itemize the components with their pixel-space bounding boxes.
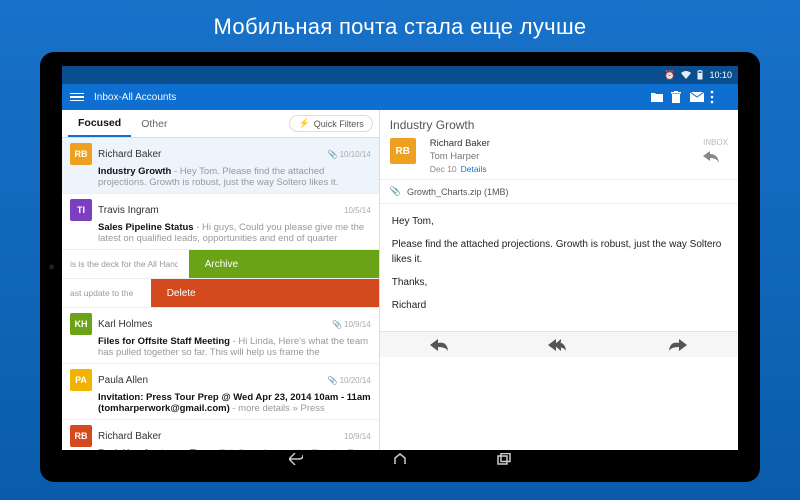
avatar: RB — [390, 138, 416, 164]
paperclip-icon: 📎 — [328, 376, 338, 385]
android-status-bar: ⏰ 10:10 — [62, 66, 738, 84]
avatar: TI — [70, 199, 92, 221]
tab-focused[interactable]: Focused — [68, 110, 131, 137]
paperclip-icon: 📎 — [390, 186, 401, 197]
app-bar: Inbox-All Accounts — [62, 84, 738, 110]
list-item-swiped[interactable]: ast update to the 10/10/14 Delete — [62, 279, 379, 308]
swipe-archive-action[interactable]: Archive — [189, 250, 379, 278]
list-item[interactable]: RB Richard Baker 📎10/10/14 Industry Grow… — [62, 138, 379, 194]
reply-all-button[interactable] — [499, 332, 618, 357]
reading-pane: Industry Growth RB Richard Baker Tom Har… — [380, 110, 738, 450]
sender-name: Paula Allen — [98, 375, 148, 386]
paperclip-icon: 📎 — [328, 150, 338, 159]
message-date: Dec 10 — [430, 164, 457, 174]
list-item[interactable]: PA Paula Allen 📎10/20/14 Invitation: Pre… — [62, 364, 379, 420]
tab-row: Focused Other ⚡ Quick Filters — [62, 110, 379, 138]
avatar: RB — [70, 143, 92, 165]
folder-icon[interactable] — [650, 91, 670, 103]
row-peek-text: is is the deck for the All Hands. — [70, 259, 178, 269]
back-button[interactable] — [289, 453, 303, 465]
content-area: Focused Other ⚡ Quick Filters RB Richard… — [62, 110, 738, 450]
quick-filters-button[interactable]: ⚡ Quick Filters — [289, 115, 372, 132]
mail-icon[interactable] — [690, 92, 710, 102]
paperclip-icon: 📎 — [332, 320, 342, 329]
promo-title: Мобильная почта стала еще лучше — [214, 14, 587, 40]
message-date: 10/5/14 — [344, 206, 371, 215]
list-item[interactable]: KH Karl Holmes 📎10/9/14 Files for Offsit… — [62, 308, 379, 364]
bolt-icon: ⚡ — [298, 118, 309, 129]
reading-header: Industry Growth RB Richard Baker Tom Har… — [380, 110, 738, 180]
message-date: 📎10/20/14 — [328, 376, 371, 385]
to-name: Tom Harper — [430, 151, 490, 164]
trash-icon[interactable] — [670, 91, 690, 104]
alarm-icon: ⏰ — [664, 70, 675, 81]
avatar: KH — [70, 313, 92, 335]
sender-name: Travis Ingram — [98, 205, 159, 216]
avatar: PA — [70, 369, 92, 391]
message-date: 📎10/10/14 — [328, 150, 371, 159]
sender-name: Karl Holmes — [98, 319, 152, 330]
message-date: 📎10/9/14 — [332, 320, 371, 329]
appbar-title: Inbox-All Accounts — [94, 92, 176, 103]
quick-filters-label: Quick Filters — [314, 119, 364, 129]
swipe-delete-action[interactable]: Delete — [151, 279, 379, 307]
recents-button[interactable] — [497, 453, 511, 465]
attachment-row[interactable]: 📎 Growth_Charts.zip (1MB) — [380, 180, 738, 204]
details-link[interactable]: Details — [461, 164, 487, 174]
sender-name: Richard Baker — [98, 431, 161, 442]
tab-other[interactable]: Other — [131, 110, 177, 137]
avatar: RB — [70, 425, 92, 447]
overflow-icon[interactable] — [710, 90, 730, 104]
row-peek-text: ast update to the — [70, 288, 133, 298]
reading-action-bar — [380, 331, 738, 357]
screen: ⏰ 10:10 Inbox-All Accounts — [62, 66, 738, 468]
android-nav-bar — [62, 450, 738, 468]
reply-button[interactable] — [380, 332, 499, 357]
from-name: Richard Baker — [430, 138, 490, 151]
home-button[interactable] — [393, 453, 407, 465]
folder-label: INBOX — [703, 138, 728, 163]
sender-name: Richard Baker — [98, 149, 161, 160]
forward-button[interactable] — [619, 332, 738, 357]
message-list[interactable]: RB Richard Baker 📎10/10/14 Industry Grow… — [62, 138, 379, 450]
reading-subject: Industry Growth — [390, 118, 728, 132]
message-list-pane: Focused Other ⚡ Quick Filters RB Richard… — [62, 110, 380, 450]
reply-icon[interactable] — [703, 151, 728, 163]
attachment-name: Growth_Charts.zip (1MB) — [407, 187, 509, 197]
message-body: Hey Tom, Please find the attached projec… — [380, 204, 738, 331]
tablet-frame: ⏰ 10:10 Inbox-All Accounts — [40, 52, 760, 482]
status-time: 10:10 — [709, 70, 732, 80]
battery-icon — [697, 70, 703, 80]
list-item-swiped[interactable]: is is the deck for the All Hands. 📎11/10… — [62, 250, 379, 279]
menu-button[interactable] — [70, 93, 84, 102]
list-item[interactable]: TI Travis Ingram 10/5/14 Sales Pipeline … — [62, 194, 379, 250]
wifi-icon — [681, 71, 691, 79]
message-date: 10/9/14 — [344, 432, 371, 441]
list-item[interactable]: RB Richard Baker 10/9/14 Fwd: Key Custom… — [62, 420, 379, 450]
